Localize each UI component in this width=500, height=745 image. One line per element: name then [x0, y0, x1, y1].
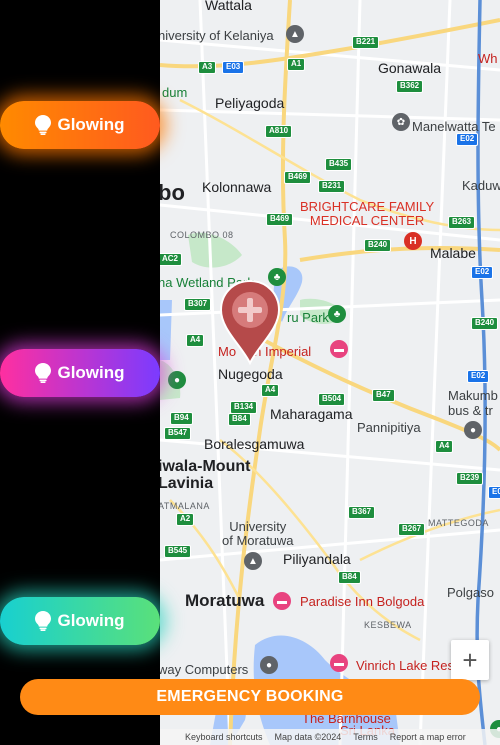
road-shield: B134 [230, 401, 258, 414]
road-shield: B307 [184, 298, 212, 311]
label-vinrich[interactable]: Vinrich Lake Res [356, 659, 454, 672]
label-colombo08: COLOMBO 08 [170, 230, 234, 240]
label-piliyandala: Piliyandala [283, 551, 351, 567]
road-shield: B504 [318, 393, 346, 406]
map-pin-icon[interactable] [219, 279, 281, 365]
road-shield: B240 [471, 317, 499, 330]
emergency-booking-button[interactable]: EMERGENCY BOOKING [20, 679, 480, 715]
hospital-icon[interactable]: H [404, 232, 422, 250]
label-mtlavinia: iwala-Mount Lavinia [160, 458, 251, 492]
road-shield: B231 [318, 180, 346, 193]
lightbulb-icon [35, 611, 52, 631]
label-colombo: bo [160, 180, 185, 205]
road-shield: A4 [186, 334, 205, 347]
report-error-link[interactable]: Report a map error [390, 732, 466, 742]
label-wh: Wh [478, 51, 498, 66]
label-makumbura: Makumb bus & tr [448, 388, 498, 418]
glowing-button-label: Glowing [57, 363, 125, 382]
glowing-button-label: Glowing [57, 115, 125, 134]
map-roads [160, 0, 500, 745]
label-kaduwela: Kaduw [462, 178, 500, 193]
university-icon[interactable]: ▲ [286, 25, 304, 43]
road-shield: B84 [338, 571, 361, 584]
hotel-icon[interactable]: ▬ [330, 340, 348, 358]
road-shield: A810 [265, 125, 293, 138]
label-pannipitiya: Pannipitiya [357, 420, 421, 435]
label-uom: University of Moratuwa [222, 519, 294, 548]
road-shield: E02 [456, 133, 479, 146]
glowing-button-3[interactable]: Glowing [0, 597, 160, 645]
road-shield: B367 [348, 506, 376, 519]
road-shield: A2 [176, 513, 195, 526]
map-view[interactable]: Wattala niversity of Kelaniya Gonawala P… [160, 0, 500, 745]
label-nugegoda: Nugegoda [218, 366, 283, 382]
label-boralesgamuwa: Boralesgamuwa [204, 436, 305, 452]
label-computers: way Computers [160, 662, 249, 677]
road-shield: B469 [266, 213, 294, 226]
lightbulb-icon [35, 363, 52, 383]
label-gonawala: Gonawala [378, 60, 442, 76]
keyboard-shortcuts-link[interactable]: Keyboard shortcuts [185, 732, 263, 742]
zoo-icon[interactable]: ● [168, 371, 186, 389]
hotel-icon[interactable]: ▬ [273, 592, 291, 610]
label-ratmalana: ATMALANA [160, 501, 210, 511]
zoom-in-button[interactable]: + [451, 640, 489, 680]
road-shield: E03 [222, 61, 245, 74]
road-shield: B240 [364, 239, 392, 252]
label-maharagama: Maharagama [270, 406, 353, 422]
road-shield: B239 [456, 472, 484, 485]
label-paradise[interactable]: Paradise Inn Bolgoda [300, 595, 424, 608]
label-wattala: Wattala [205, 0, 252, 13]
road-shield: A3 [198, 61, 217, 74]
label-dum: dum [162, 85, 188, 100]
road-shield: E0 [488, 486, 500, 499]
road-shield: B84 [228, 413, 251, 426]
label-manelwatta: Manelwatta Te [412, 119, 496, 134]
road-shield: B435 [325, 158, 353, 171]
park-icon[interactable]: ♣ [328, 305, 346, 323]
road-shield: B469 [284, 171, 312, 184]
label-mattegoda: MATTEGODA [428, 518, 489, 528]
road-shield: E02 [467, 370, 490, 383]
glowing-button-label: Glowing [57, 611, 125, 630]
road-shield: B263 [448, 216, 476, 229]
road-shield: B47 [372, 389, 395, 402]
glowing-button-1[interactable]: Glowing [0, 101, 160, 149]
glowing-button-2[interactable]: Glowing [0, 349, 160, 397]
label-peliyagoda: Peliyagoda [215, 95, 285, 111]
label-kelaniya: niversity of Kelaniya [160, 28, 274, 43]
road-shield: E02 [471, 266, 494, 279]
road-shield: A1 [287, 58, 306, 71]
road-shield: B221 [352, 36, 380, 49]
label-urupark: ru Park [287, 310, 329, 325]
road-shield: B94 [170, 412, 193, 425]
bus-station-icon[interactable]: ● [464, 421, 482, 439]
road-shield: B362 [396, 80, 424, 93]
label-malabe: Malabe [430, 245, 476, 261]
shop-icon[interactable]: ● [260, 656, 278, 674]
map-attribution: Keyboard shortcuts Map data ©2024 Terms … [160, 729, 500, 745]
university-icon[interactable]: ▲ [244, 552, 262, 570]
map-data-text: Map data ©2024 [274, 732, 342, 742]
road-shield: B545 [164, 545, 192, 558]
road-shield: A4 [435, 440, 454, 453]
label-brightcare[interactable]: BRIGHTCARE FAMILY MEDICAL CENTER [300, 200, 434, 227]
temple-icon[interactable]: ✿ [392, 113, 410, 131]
road-shield: A4 [261, 384, 280, 397]
road-shield: B267 [398, 523, 426, 536]
road-shield: B547 [164, 427, 192, 440]
hotel-icon[interactable]: ▬ [330, 654, 348, 672]
road-shield: AC2 [160, 253, 183, 266]
label-polgasowita: Polgaso [447, 585, 494, 600]
label-kolonnawa: Kolonnawa [202, 179, 272, 195]
lightbulb-icon [35, 115, 52, 135]
label-kesbewa: KESBEWA [364, 620, 412, 630]
plus-icon: + [462, 644, 478, 675]
terms-link[interactable]: Terms [353, 732, 378, 742]
label-moratuwa: Moratuwa [185, 591, 265, 610]
